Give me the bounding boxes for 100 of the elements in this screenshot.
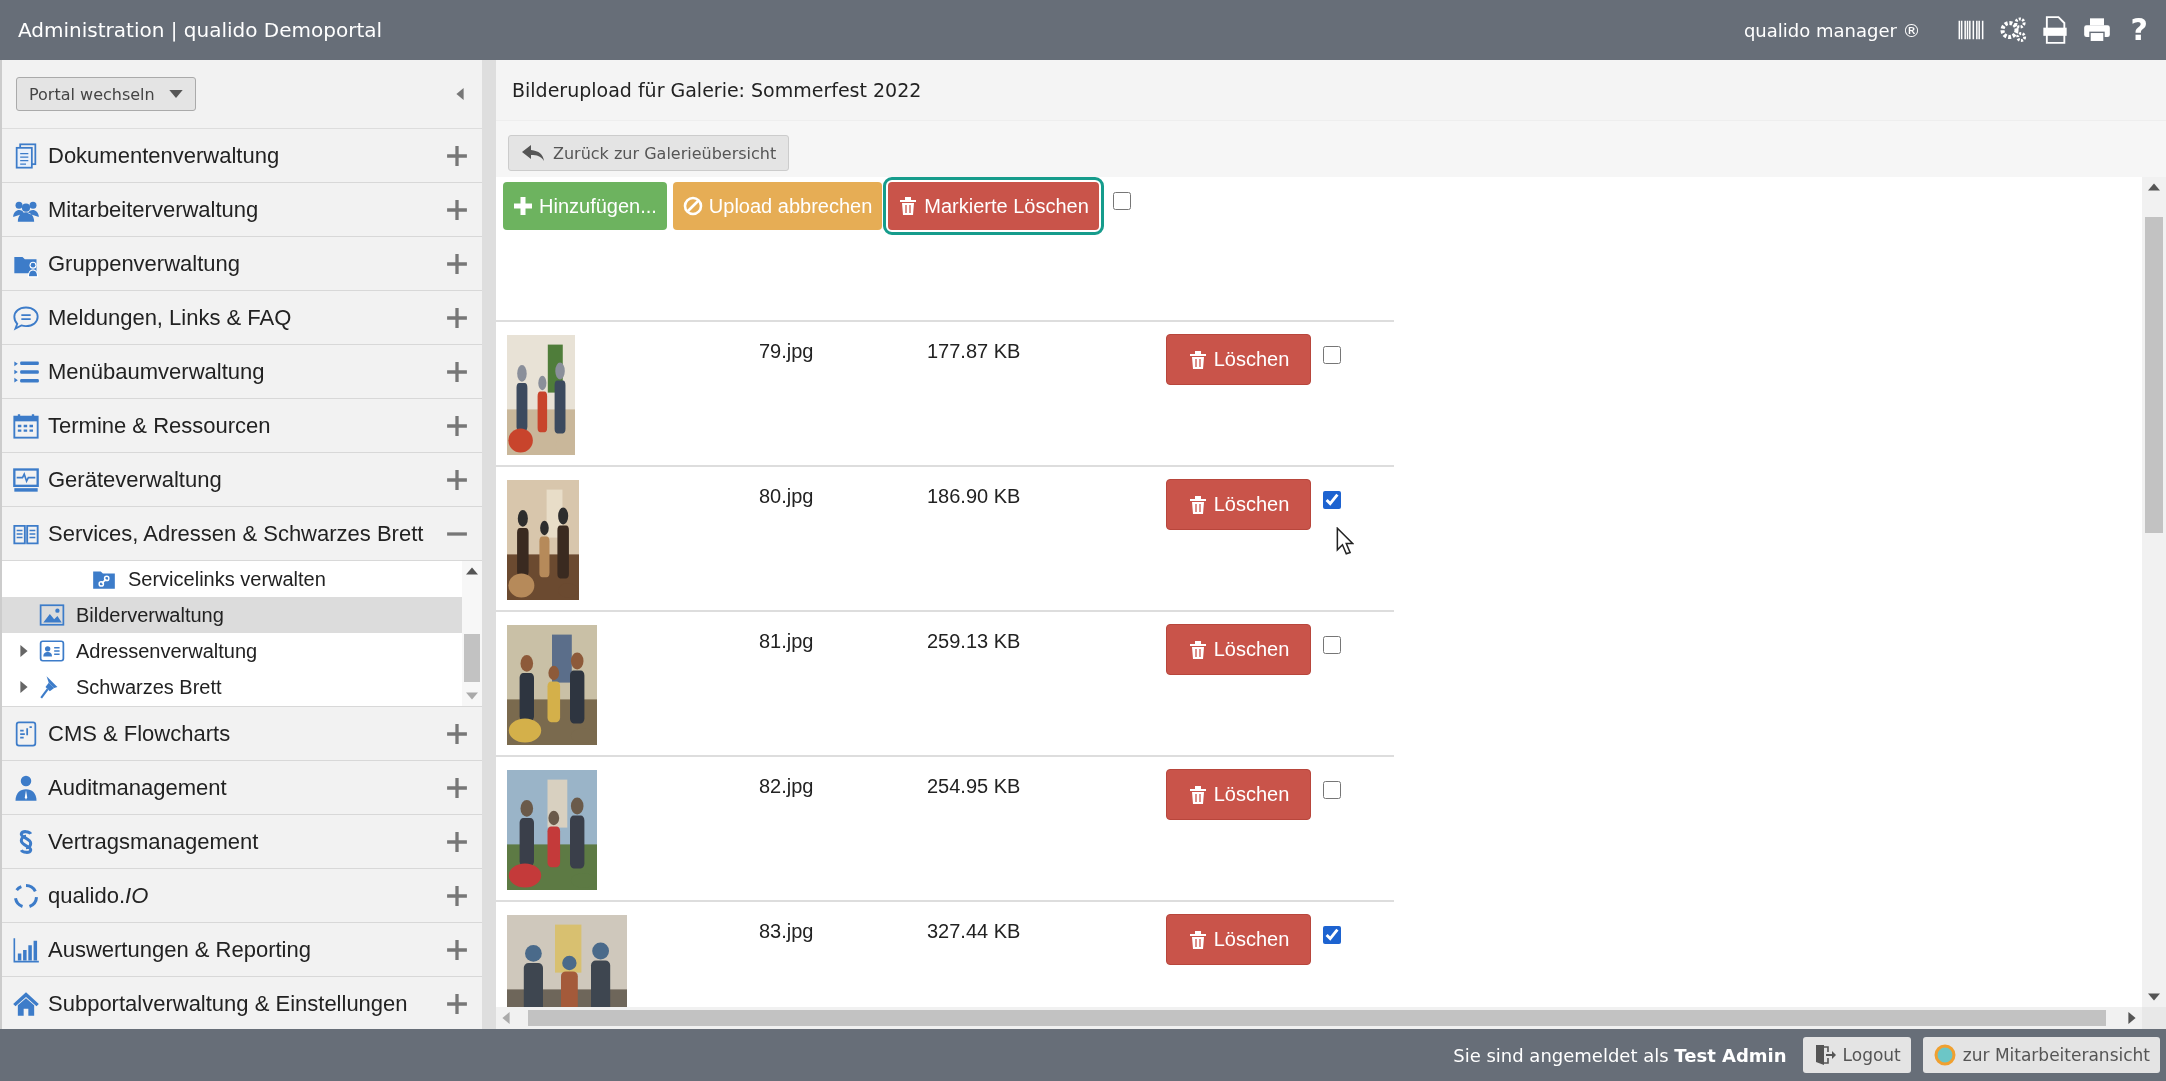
- scroll-up-icon[interactable]: [2148, 183, 2160, 191]
- file-name: 79.jpg: [759, 339, 815, 363]
- file-size: 327.44 KB: [927, 919, 1022, 943]
- image-icon: [38, 602, 66, 628]
- plus-icon[interactable]: [446, 306, 468, 329]
- plus-icon[interactable]: [446, 938, 468, 961]
- tree-item[interactable]: Adressenverwaltung: [2, 633, 462, 669]
- pointer-icon: [1336, 527, 1354, 555]
- portal-select[interactable]: Portal wechseln: [16, 77, 196, 111]
- menu-item[interactable]: Geräteverwaltung: [2, 453, 482, 507]
- scrollbar[interactable]: [496, 1007, 2142, 1029]
- trash-icon: [898, 196, 919, 216]
- scrollbar[interactable]: [462, 561, 482, 706]
- scrollbar-corner: [2142, 1007, 2166, 1029]
- login-info: Sie sind angemeldet als Test Admin: [1453, 1044, 1787, 1066]
- caret-icon: [168, 90, 183, 98]
- plus-icon[interactable]: [446, 722, 468, 745]
- plus-icon: [513, 196, 533, 216]
- staff-view-button[interactable]: zur Mitarbeiteransicht: [1922, 1037, 2160, 1073]
- menu-item[interactable]: Vertragsmanagement: [2, 815, 482, 869]
- menu-item[interactable]: Gruppenverwaltung: [2, 237, 482, 291]
- menu-label: Gruppenverwaltung: [48, 250, 241, 277]
- spreadsheet-document-icon[interactable]: [2040, 16, 2069, 44]
- row-checkbox[interactable]: [1323, 926, 1341, 944]
- delete-button[interactable]: Löschen: [1166, 914, 1311, 965]
- tree-item[interactable]: Schwarzes Brett: [2, 669, 462, 705]
- plus-icon[interactable]: [446, 776, 468, 799]
- page-title: Bilderupload für Galerie: Sommerfest 2022: [512, 79, 922, 101]
- trash-icon: [1187, 784, 1208, 805]
- scroll-down-icon[interactable]: [2148, 993, 2160, 1001]
- app-title: Administration | qualido Demoportal: [18, 18, 384, 42]
- file-size: 177.87 KB: [927, 339, 1022, 363]
- menu-item[interactable]: CMS & Flowcharts: [2, 707, 482, 761]
- row-checkbox[interactable]: [1323, 636, 1341, 654]
- trash-icon: [1187, 929, 1208, 950]
- menu-label: CMS & Flowcharts: [48, 720, 232, 747]
- menu-item[interactable]: Termine & Ressourcen: [2, 399, 482, 453]
- plus-icon[interactable]: [446, 144, 468, 167]
- menu-item[interactable]: Mitarbeiterverwaltung: [2, 183, 482, 237]
- plus-icon[interactable]: [446, 830, 468, 853]
- plus-icon[interactable]: [446, 414, 468, 437]
- circle-icon: [1932, 1043, 1957, 1067]
- tree-item[interactable]: Servicelinks verwalten: [2, 561, 462, 597]
- delete-button[interactable]: Löschen: [1166, 769, 1311, 820]
- monitor-icon: [12, 465, 40, 494]
- menu-label: Meldungen, Links & FAQ: [48, 304, 293, 331]
- row-checkbox[interactable]: [1323, 491, 1341, 509]
- scroll-right-icon[interactable]: [2128, 1012, 2136, 1024]
- menu-label: Auditmanagement: [48, 774, 228, 801]
- menu-item[interactable]: Dokumentenverwaltung: [2, 129, 482, 183]
- menu-label: Geräteverwaltung: [48, 466, 223, 493]
- circular-arrows-icon: [12, 881, 40, 910]
- file-size: 186.90 KB: [927, 484, 1022, 508]
- file-name: 83.jpg: [759, 919, 815, 943]
- menu-label: Termine & Ressourcen: [48, 412, 272, 439]
- plus-icon[interactable]: [446, 884, 468, 907]
- help-icon[interactable]: ?: [2130, 15, 2148, 45]
- delete-button[interactable]: Löschen: [1166, 479, 1311, 530]
- scrollbar[interactable]: [2142, 177, 2166, 1007]
- plus-icon[interactable]: [446, 468, 468, 491]
- menu-item[interactable]: Meldungen, Links & FAQ: [2, 291, 482, 345]
- expand-arrow-icon[interactable]: [20, 681, 28, 693]
- row-checkbox[interactable]: [1323, 781, 1341, 799]
- menu-label: Services, Adressen & Schwarzes Brett: [48, 520, 425, 547]
- delete-button[interactable]: Löschen: [1166, 624, 1311, 675]
- back-button[interactable]: Zurück zur Galerieübersicht: [508, 135, 790, 171]
- trash-icon: [1187, 349, 1208, 370]
- menu-item[interactable]: Menübaumverwaltung: [2, 345, 482, 399]
- file-name: 81.jpg: [759, 629, 815, 653]
- plus-icon[interactable]: [446, 360, 468, 383]
- contact-card-icon: [38, 638, 66, 664]
- tree-item[interactable]: Bilderverwaltung: [2, 597, 462, 633]
- plus-icon[interactable]: [446, 252, 468, 275]
- menu-label: qualido.IO: [48, 882, 150, 909]
- row-checkbox[interactable]: [1323, 346, 1341, 364]
- file-name: 80.jpg: [759, 484, 815, 508]
- reply-arrow-icon: [521, 143, 545, 163]
- scroll-up-icon[interactable]: [466, 567, 478, 575]
- trash-icon: [1187, 639, 1208, 660]
- menu-label: Menübaumverwaltung: [48, 358, 266, 385]
- calendar-icon: [12, 411, 40, 440]
- collapse-icon[interactable]: [456, 88, 464, 100]
- logout-button[interactable]: Logout: [1802, 1037, 1911, 1073]
- select-all-checkbox[interactable]: [1112, 192, 1131, 210]
- plus-icon[interactable]: [446, 198, 468, 221]
- menu-item[interactable]: Auditmanagement: [2, 761, 482, 815]
- menu-label: Auswertungen & Reporting: [48, 936, 312, 963]
- menu-item[interactable]: Auswertungen & Reporting: [2, 923, 482, 977]
- plus-icon[interactable]: [446, 992, 468, 1015]
- bar-chart-icon: [12, 935, 40, 964]
- product-name: qualido manager ®: [1743, 19, 1921, 41]
- prohibited-icon: [682, 196, 703, 216]
- expand-arrow-icon[interactable]: [20, 645, 28, 657]
- menu-item[interactable]: qualido.IO: [2, 869, 482, 923]
- delete-button[interactable]: Löschen: [1166, 334, 1311, 385]
- gears-icon[interactable]: [1998, 16, 2027, 44]
- scroll-left-icon[interactable]: [502, 1012, 510, 1024]
- menu-label: Vertragsmanagement: [48, 828, 260, 855]
- printer-icon[interactable]: [2082, 16, 2111, 44]
- menu-label: Mitarbeiterverwaltung: [48, 196, 260, 223]
